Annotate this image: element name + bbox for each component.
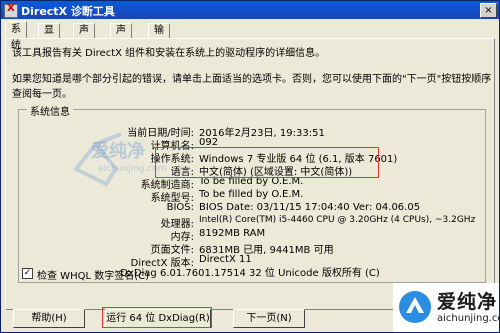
help-button[interactable]: 帮助(H) bbox=[13, 309, 85, 328]
version-footer: DxDiag 6.01.7601.17514 32 位 Unicode 版权所有… bbox=[120, 268, 380, 279]
tab-input[interactable]: 输入 bbox=[148, 23, 170, 50]
info-value: To be filled by O.E.M. bbox=[199, 189, 304, 200]
system-info-group: 系统信息 当前日期/时间: 2016年2月23日, 19:33:51 计算机名:… bbox=[18, 103, 486, 283]
info-row-processor: 处理器: Intel(R) Core(TM) i5-4460 CPU @ 3.2… bbox=[19, 215, 485, 230]
close-button[interactable]: × bbox=[480, 3, 497, 18]
site-logo-url: aichunjing.com bbox=[437, 313, 499, 324]
directx-app-icon bbox=[4, 3, 18, 18]
info-label: BIOS: bbox=[166, 202, 194, 213]
tab-system[interactable]: 系统 bbox=[5, 21, 27, 51]
info-value: BIOS Date: 03/11/15 17:04:40 Ver: 04.06.… bbox=[199, 202, 421, 213]
title-bar: DirectX 诊断工具 × bbox=[1, 1, 499, 19]
tab-sound-2[interactable]: 声音 2 bbox=[110, 23, 132, 64]
info-row-model: 系统型号: To be filled by O.E.M. bbox=[19, 189, 485, 204]
info-value: 8192MB RAM bbox=[199, 228, 266, 239]
window-title: DirectX 诊断工具 bbox=[21, 5, 115, 18]
site-logo-icon bbox=[399, 291, 431, 323]
intro-text-1: 该工具报告有关 DirectX 组件和安装在系统上的驱动程序的详细信息。 bbox=[12, 48, 326, 59]
intro-text-2: 如果您知道是哪个部分引起的错误，请单击上面适当的选项卡。否则，您可以使用下面的"… bbox=[12, 74, 492, 100]
info-row-datetime: 当前日期/时间: 2016年2月23日, 19:33:51 bbox=[19, 124, 485, 139]
run-64bit-highlight-box bbox=[102, 307, 212, 328]
site-logo-name: 爱纯净 bbox=[437, 291, 498, 313]
info-row-memory: 内存: 8192MB RAM bbox=[19, 228, 485, 243]
highlight-box bbox=[155, 147, 379, 178]
next-page-button[interactable]: 下一页(N) bbox=[233, 309, 305, 328]
tab-sound-1[interactable]: 声音 1 bbox=[73, 23, 95, 64]
info-row-bios: BIOS: BIOS Date: 03/11/15 17:04:40 Ver: … bbox=[19, 202, 485, 214]
dxdiag-window: DirectX 诊断工具 × 系统 显示 声音 1 声音 2 输入 该工具报告有… bbox=[0, 0, 500, 333]
info-value: Intel(R) Core(TM) i5-4460 CPU @ 3.20GHz … bbox=[199, 215, 476, 225]
info-row-page-file: 页面文件: 6831MB 已用, 9441MB 可用 bbox=[19, 241, 485, 256]
site-logo-badge: 爱纯净 aichunjing.com bbox=[393, 283, 499, 332]
tab-display[interactable]: 显示 bbox=[38, 23, 60, 50]
system-info-title: 系统信息 bbox=[27, 103, 73, 118]
